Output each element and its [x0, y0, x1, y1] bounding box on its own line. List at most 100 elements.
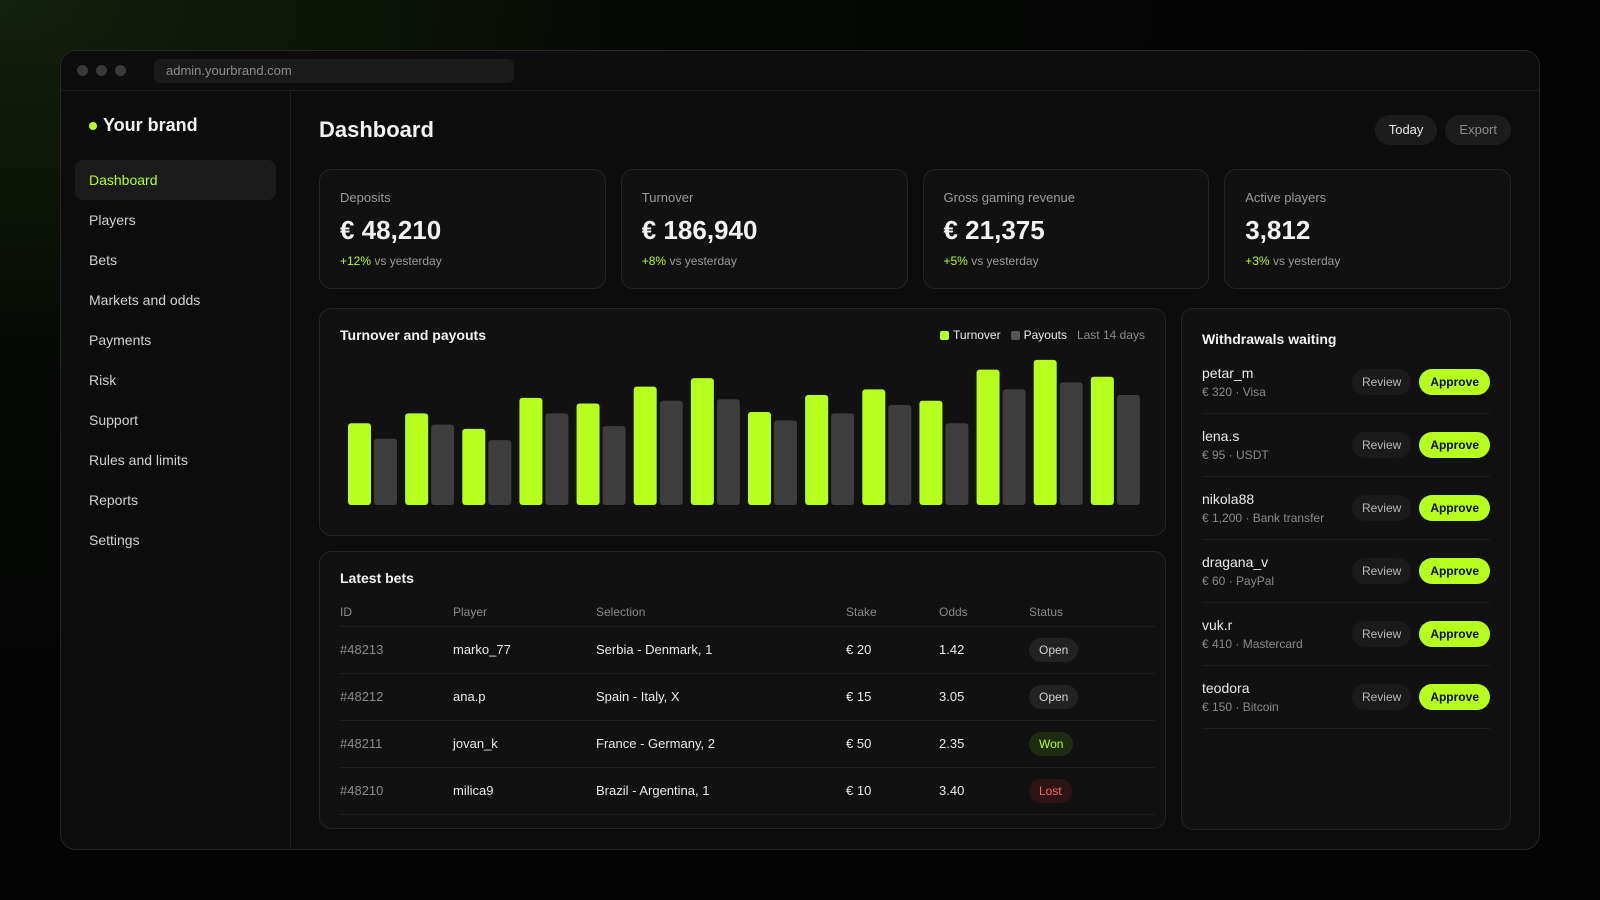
kpi-row: Deposits € 48,210 +12% vs yesterday Turn… — [319, 169, 1511, 289]
address-bar[interactable]: admin.yourbrand.com — [154, 58, 514, 83]
column-header-status[interactable]: Status — [1029, 598, 1155, 627]
review-button[interactable]: Review — [1351, 495, 1412, 521]
turnover-bar-1[interactable] — [348, 423, 371, 505]
payouts-bar-4[interactable] — [545, 413, 569, 505]
turnover-bar-2[interactable] — [405, 413, 429, 505]
review-button[interactable]: Review — [1351, 369, 1412, 395]
payouts-bar-11[interactable] — [945, 423, 969, 505]
table-row[interactable]: #48211 jovan_k France - Germany, 2 € 50 … — [340, 720, 1155, 768]
bet-player[interactable]: marko_77 — [453, 626, 596, 674]
column-header-stake[interactable]: Stake — [846, 598, 939, 627]
payouts-bar-10[interactable] — [888, 404, 912, 505]
turnover-bar-12[interactable] — [976, 369, 1000, 505]
turnover-bar-13[interactable] — [1033, 359, 1057, 505]
table-header-row: ID Player Selection Stake Odds Status — [340, 598, 1155, 627]
column-header-id[interactable]: ID — [340, 598, 453, 627]
bet-player[interactable]: ana.p — [453, 673, 596, 721]
brand-logo[interactable]: Your brand — [75, 115, 276, 136]
list-item: lena.s € 95 · USDT Review Approve — [1202, 414, 1490, 477]
turnover-bar-4[interactable] — [519, 397, 543, 505]
legend-turnover[interactable]: Turnover — [940, 328, 1001, 342]
header-actions: Today Export — [1374, 115, 1511, 145]
payouts-bar-2[interactable] — [431, 424, 455, 505]
bet-selection: France - Germany, 2 — [596, 720, 846, 768]
payouts-bar-6[interactable] — [659, 400, 683, 505]
legend-payouts[interactable]: Payouts — [1010, 328, 1067, 342]
table-row[interactable]: #48212 ana.p Spain - Italy, X € 15 3.05 … — [340, 673, 1155, 721]
payouts-bar-8[interactable] — [774, 420, 797, 505]
turnover-bar-9[interactable] — [805, 395, 829, 505]
review-button[interactable]: Review — [1351, 621, 1412, 647]
payouts-bar-1[interactable] — [374, 438, 397, 505]
payouts-bar-3[interactable] — [488, 440, 512, 505]
approve-button[interactable]: Approve — [1419, 621, 1490, 647]
approve-button[interactable]: Approve — [1419, 432, 1490, 458]
turnover-bar-6[interactable] — [633, 386, 657, 505]
review-button[interactable]: Review — [1351, 558, 1412, 584]
turnover-bar-11[interactable] — [919, 400, 943, 505]
sidebar-nav: Dashboard Players Bets Markets and odds … — [75, 160, 276, 560]
window-close-dot[interactable] — [77, 65, 88, 76]
review-button[interactable]: Review — [1351, 432, 1412, 458]
payouts-bar-5[interactable] — [602, 426, 626, 505]
sidebar-item-settings[interactable]: Settings — [75, 520, 276, 560]
payouts-bar-14[interactable] — [1116, 395, 1140, 505]
approve-button[interactable]: Approve — [1419, 558, 1490, 584]
export-button[interactable]: Export — [1445, 115, 1511, 145]
turnover-bar-7[interactable] — [690, 378, 714, 505]
review-button[interactable]: Review — [1351, 684, 1412, 710]
turnover-bar-5[interactable] — [576, 403, 600, 505]
bet-player[interactable]: jovan_k — [453, 720, 596, 768]
bet-id[interactable]: #48211 — [340, 720, 453, 768]
bet-stake: € 20 — [846, 626, 939, 674]
withdrawal-actions: Review Approve — [1351, 495, 1490, 521]
chart-title: Turnover and payouts — [340, 327, 486, 343]
sidebar-item-rules-and-limits[interactable]: Rules and limits — [75, 440, 276, 480]
bet-id[interactable]: #48210 — [340, 767, 453, 815]
today-button[interactable]: Today — [1374, 115, 1438, 145]
turnover-bar-3[interactable] — [462, 428, 486, 505]
bet-id[interactable]: #48212 — [340, 673, 453, 721]
window-minimize-dot[interactable] — [96, 65, 107, 76]
payouts-bar-7[interactable] — [716, 399, 740, 505]
approve-button[interactable]: Approve — [1419, 369, 1490, 395]
column-header-odds[interactable]: Odds — [939, 598, 1029, 627]
payouts-bar-12[interactable] — [1002, 389, 1026, 505]
sidebar-item-payments[interactable]: Payments — [75, 320, 276, 360]
withdrawal-actions: Review Approve — [1351, 621, 1490, 647]
sidebar-item-markets-and-odds[interactable]: Markets and odds — [75, 280, 276, 320]
withdrawal-player[interactable]: teodora — [1202, 680, 1279, 696]
bet-id[interactable]: #48213 — [340, 626, 453, 674]
latest-bets-title: Latest bets — [340, 570, 414, 586]
withdrawal-player[interactable]: vuk.r — [1202, 617, 1303, 633]
approve-button[interactable]: Approve — [1419, 495, 1490, 521]
approve-button[interactable]: Approve — [1419, 684, 1490, 710]
turnover-bar-10[interactable] — [862, 389, 886, 505]
withdrawal-player[interactable]: lena.s — [1202, 428, 1269, 444]
payouts-bar-9[interactable] — [831, 413, 855, 505]
list-item: vuk.r € 410 · Mastercard Review Approve — [1202, 603, 1490, 666]
window-maximize-dot[interactable] — [115, 65, 126, 76]
sidebar-item-support[interactable]: Support — [75, 400, 276, 440]
payouts-bar-13[interactable] — [1059, 382, 1083, 505]
sidebar-item-bets[interactable]: Bets — [75, 240, 276, 280]
turnover-payouts-chart-card: Turnover and payouts Turnover Payouts La… — [319, 308, 1166, 536]
sidebar-item-risk[interactable]: Risk — [75, 360, 276, 400]
bet-player[interactable]: milica9 — [453, 767, 596, 815]
withdrawal-detail: € 60 · PayPal — [1202, 574, 1275, 588]
sidebar-item-reports[interactable]: Reports — [75, 480, 276, 520]
column-header-player[interactable]: Player — [453, 598, 596, 627]
withdrawal-player[interactable]: nikola88 — [1202, 491, 1324, 507]
chart-range-label[interactable]: Last 14 days — [1077, 328, 1145, 342]
table-row[interactable]: #48210 milica9 Brazil - Argentina, 1 € 1… — [340, 767, 1155, 815]
table-row[interactable]: #48213 marko_77 Serbia - Denmark, 1 € 20… — [340, 626, 1155, 674]
withdrawal-actions: Review Approve — [1351, 558, 1490, 584]
withdrawal-player[interactable]: petar_m — [1202, 365, 1266, 381]
withdrawal-info: dragana_v € 60 · PayPal — [1202, 554, 1274, 588]
withdrawal-player[interactable]: dragana_v — [1202, 554, 1274, 570]
turnover-bar-14[interactable] — [1090, 376, 1114, 505]
sidebar-item-players[interactable]: Players — [75, 200, 276, 240]
column-header-selection[interactable]: Selection — [596, 598, 846, 627]
turnover-bar-8[interactable] — [748, 411, 771, 505]
sidebar-item-dashboard[interactable]: Dashboard — [75, 160, 276, 200]
